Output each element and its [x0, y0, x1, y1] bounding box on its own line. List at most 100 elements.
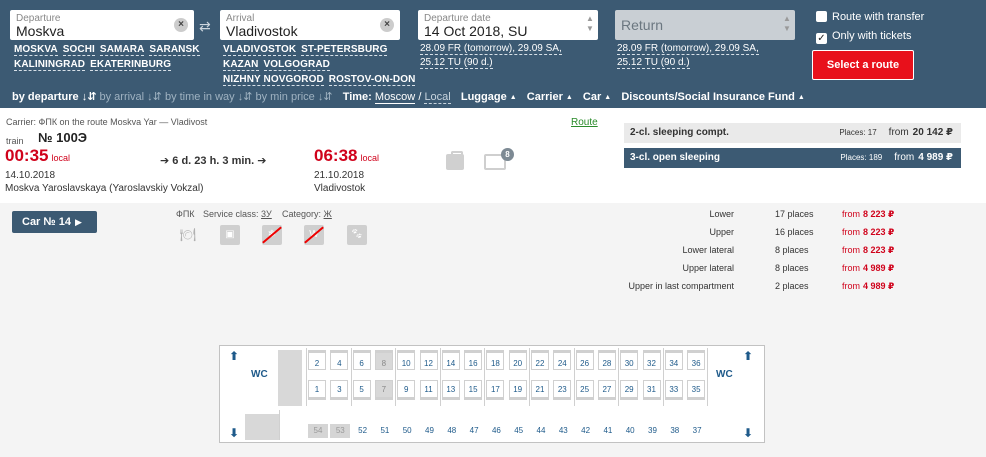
lower-berth-seat[interactable]: 3 [330, 380, 349, 400]
quick-link-departure[interactable]: EKATERINBURG [90, 59, 172, 71]
quick-link-departure[interactable]: SARANSK [149, 44, 200, 56]
upper-berth-seat[interactable]: 28 [597, 350, 616, 370]
quick-link-departure[interactable]: KALININGRAD [14, 59, 86, 71]
lateral-berth-seat[interactable]: 47 [464, 424, 484, 438]
lower-berth-seat[interactable]: 5 [352, 380, 371, 400]
time-local-toggle[interactable]: Local [424, 91, 451, 104]
seat-number: 35 [691, 385, 701, 394]
quick-link-departure[interactable]: MOSKVA [14, 44, 58, 56]
discounts-filter[interactable]: Discounts/Social Insurance Fund ▲ [621, 91, 805, 103]
lower-berth-seat[interactable]: 13 [441, 380, 460, 400]
arrival-field[interactable]: Arrival Vladivostok × [220, 10, 400, 40]
upper-berth-seat[interactable]: 32 [642, 350, 661, 370]
lateral-berth-seat[interactable]: 48 [442, 424, 462, 438]
car-count-icon[interactable]: 8 [484, 148, 514, 170]
lower-berth-seat[interactable]: 1 [308, 380, 326, 400]
clear-arrival-icon[interactable]: × [380, 18, 394, 32]
upper-berth-seat[interactable]: 24 [553, 350, 572, 370]
lateral-berth-seat[interactable]: 37 [687, 424, 707, 438]
lower-berth-seat[interactable]: 33 [664, 380, 683, 400]
quick-date-link[interactable]: 28.09 FR (tomorrow), 29.09 SA, [420, 43, 562, 55]
sort-by-arrival[interactable]: by arrival ↓⇵ [99, 91, 161, 103]
lateral-berth-seat[interactable]: 41 [598, 424, 618, 438]
quick-link-arrival[interactable]: KAZAN [223, 59, 259, 71]
lateral-berth-seat[interactable]: 50 [397, 424, 417, 438]
upper-berth-seat[interactable]: 2 [308, 350, 326, 370]
quick-link-departure[interactable]: SOCHI [62, 44, 95, 56]
swap-arrows-icon[interactable]: ⇄ [199, 18, 211, 35]
upper-berth-seat[interactable]: 22 [531, 350, 549, 370]
upper-berth-seat[interactable]: 12 [419, 350, 438, 370]
lateral-berth-seat[interactable]: 52 [353, 424, 373, 438]
quick-link-departure[interactable]: SAMARA [99, 44, 145, 56]
quick-link-arrival[interactable]: VOLGOGRAD [263, 59, 330, 71]
lower-berth-seat[interactable]: 21 [531, 380, 549, 400]
sort-by-min-price[interactable]: by min price ↓⇵ [256, 91, 333, 103]
carrier-filter[interactable]: Carrier ▲ [527, 91, 573, 103]
lateral-berth-seat[interactable]: 38 [665, 424, 685, 438]
route-with-transfer-checkbox[interactable]: Route with transfer [816, 11, 924, 23]
quick-link-arrival[interactable]: VLADIVOSTOK [223, 44, 297, 56]
lower-berth-seat[interactable]: 31 [642, 380, 661, 400]
upper-berth-seat[interactable]: 6 [352, 350, 371, 370]
quick-link-arrival[interactable]: ST-PETERSBURG [301, 44, 388, 56]
lateral-berth-seat[interactable]: 39 [643, 424, 663, 438]
upper-berth-seat[interactable]: 14 [441, 350, 460, 370]
upper-berth-seat[interactable]: 10 [397, 350, 416, 370]
class-option-open-sleeping[interactable]: 3-cl. open sleeping Places: 189 from 4 989… [624, 148, 961, 168]
lower-berth-seat[interactable]: 23 [553, 380, 572, 400]
route-link[interactable]: Route [571, 117, 598, 128]
lower-berth-seat[interactable]: 15 [464, 380, 483, 400]
lateral-berth-seat[interactable]: 40 [620, 424, 640, 438]
upper-berth-seat[interactable]: 36 [687, 350, 706, 370]
only-with-tickets-checkbox[interactable]: ✓ Only with tickets [816, 30, 911, 44]
date-quick-links: 28.09 FR (tomorrow), 29.09 SA, 25.12 TU … [420, 42, 562, 70]
lower-berth-seat[interactable]: 35 [687, 380, 706, 400]
upper-berth-seat[interactable]: 30 [620, 350, 639, 370]
upper-berth-seat[interactable]: 4 [330, 350, 349, 370]
lower-berth-seat[interactable]: 25 [575, 380, 594, 400]
departure-field[interactable]: Departure Moskva × [10, 10, 194, 40]
upper-berth-seat[interactable]: 34 [664, 350, 683, 370]
upper-berth-seat[interactable]: 20 [508, 350, 527, 370]
car-selector-button[interactable]: Car № 14 ▶ [12, 211, 97, 233]
quick-link-arrival[interactable]: NIZHNY NOVGOROD [223, 74, 324, 86]
lateral-berth-seat[interactable]: 43 [553, 424, 573, 438]
lateral-berth-seat[interactable]: 46 [486, 424, 506, 438]
service-class-value[interactable]: 3У [261, 209, 272, 219]
lateral-berth-seat[interactable]: 51 [375, 424, 395, 438]
quick-return-link[interactable]: 25.12 TU (90 d.) [617, 57, 690, 69]
date-spinner-icon[interactable]: ▲ ▼ [586, 14, 594, 36]
lower-berth-seat[interactable]: 9 [397, 380, 416, 400]
lower-berth-seat[interactable]: 27 [597, 380, 616, 400]
lateral-berth-seat[interactable]: 49 [420, 424, 440, 438]
class-price: 4 989 ₽ [918, 152, 953, 163]
upper-berth-seat[interactable]: 16 [464, 350, 483, 370]
quick-return-link[interactable]: 28.09 FR (tomorrow), 29.09 SA, [617, 43, 759, 55]
car-filter[interactable]: Car ▲ [583, 91, 611, 103]
category-value[interactable]: Ж [324, 209, 332, 219]
lateral-berth-seat[interactable]: 42 [576, 424, 596, 438]
lateral-berth-seat[interactable]: 44 [531, 424, 551, 438]
time-moscow-toggle[interactable]: Moscow [374, 91, 416, 104]
departure-date-field[interactable]: Departure date 14 Oct 2018, SU ▲ ▼ [418, 10, 598, 40]
upper-berth-seat[interactable]: 26 [575, 350, 594, 370]
return-spinner-icon[interactable]: ▲ ▼ [783, 14, 791, 36]
select-route-button[interactable]: Select a route [812, 50, 914, 80]
sort-by-time-in-way[interactable]: by time in way ↓⇵ [165, 91, 252, 103]
lower-berth-seat[interactable]: 17 [486, 380, 505, 400]
lateral-berth-seat[interactable]: 45 [509, 424, 529, 438]
luggage-filter[interactable]: Luggage ▲ [461, 91, 517, 103]
return-date-field[interactable]: Return ▲ ▼ [615, 10, 795, 40]
sort-by-departure[interactable]: by departure ↓⇵ [12, 91, 96, 103]
quick-link-arrival[interactable]: ROSTOV-ON-DON [328, 74, 416, 86]
upper-berth-seat[interactable]: 18 [486, 350, 505, 370]
lower-berth-seat[interactable]: 19 [508, 380, 527, 400]
sort-by-time-label: by time in way [164, 91, 235, 103]
seat-number: 17 [490, 385, 500, 394]
lower-berth-seat[interactable]: 11 [419, 380, 438, 400]
quick-date-link[interactable]: 25.12 TU (90 d.) [420, 57, 493, 69]
class-option-compartment[interactable]: 2-cl. sleeping compt. Places: 17 from 20 1… [624, 123, 961, 143]
clear-departure-icon[interactable]: × [174, 18, 188, 32]
lower-berth-seat[interactable]: 29 [620, 380, 639, 400]
